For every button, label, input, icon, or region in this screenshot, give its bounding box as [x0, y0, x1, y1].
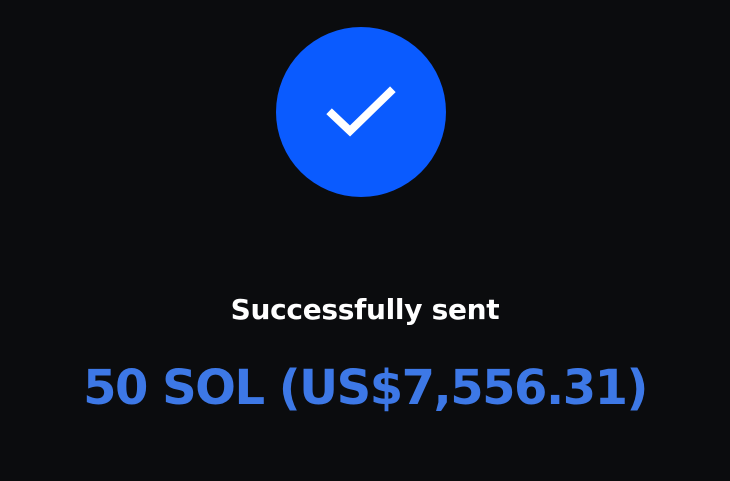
sent-amount: 50 SOL (US$7,556.31): [83, 360, 648, 416]
success-message: Successfully sent: [230, 293, 500, 326]
success-indicator: [276, 27, 446, 197]
checkmark-icon: [326, 84, 396, 140]
